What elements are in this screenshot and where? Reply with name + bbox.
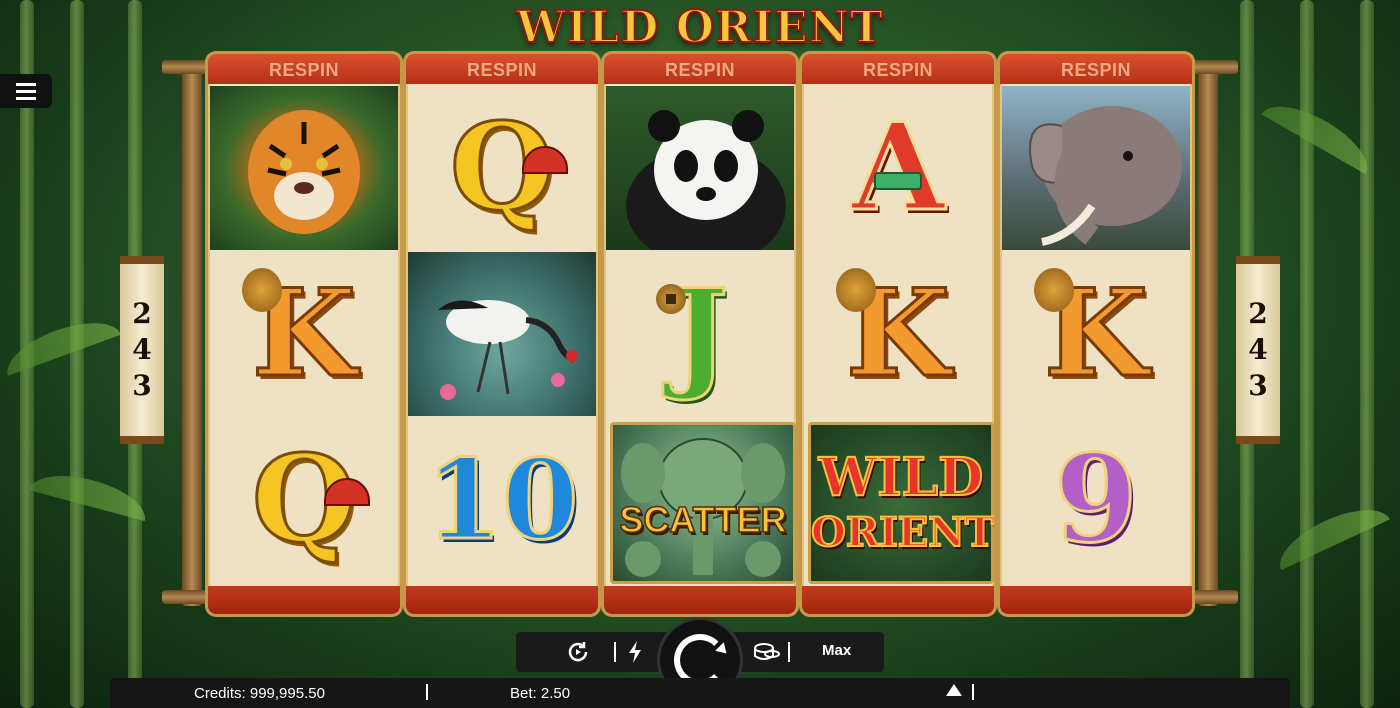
letter-k: K [1033, 268, 1150, 395]
number-10: 10 [424, 435, 580, 564]
wild-label-line2: ORIENT [810, 508, 994, 557]
hamburger-menu-icon [16, 82, 36, 100]
ways-digit: 4 [132, 333, 152, 366]
coin-icon [655, 284, 686, 314]
ways-digit: 2 [132, 297, 152, 330]
respin-button[interactable]: RESPIN [208, 54, 400, 84]
elephant-image [1002, 86, 1190, 250]
reel-footer [406, 586, 598, 614]
symbol-a: A [804, 86, 992, 250]
symbol-k: K [804, 252, 992, 416]
respin-button[interactable]: RESPIN [604, 54, 796, 84]
respin-button[interactable]: RESPIN [802, 54, 994, 84]
reel-grid: RESPIN K Q RESPIN Q 10 RESPIN J SCATTER … [208, 54, 1192, 614]
number-9: 9 [1053, 429, 1139, 570]
bet-increase-icon[interactable] [946, 684, 962, 696]
separator [426, 684, 428, 700]
reel-1: RESPIN K Q [208, 54, 400, 614]
reel-5: RESPIN K 9 [1000, 54, 1192, 614]
symbol-wild: WILD ORIENT [804, 418, 994, 584]
jade-ornament-icon [873, 172, 922, 190]
frame-pole-left [182, 60, 202, 606]
game-title: WILD ORIENT [515, 1, 884, 54]
respin-button[interactable]: RESPIN [1000, 54, 1192, 84]
bet-display: Bet: 2.50 [510, 685, 571, 702]
symbol-panda [606, 86, 794, 250]
separator [788, 642, 790, 662]
ways-scroll-left: 2 4 3 [120, 256, 164, 444]
wild-frame: WILD ORIENT [808, 422, 994, 584]
symbol-q: Q [210, 418, 398, 582]
letter-k: K [835, 268, 952, 395]
reel-3: RESPIN J SCATTER [604, 54, 796, 614]
lightning-icon[interactable] [626, 640, 644, 669]
credits-display: Credits: 999,995.50 [194, 685, 325, 702]
letter-q: Q [250, 438, 371, 561]
symbol-q: Q [408, 86, 596, 250]
reel-4: RESPIN A K WILD ORIENT [802, 54, 994, 614]
menu-button[interactable] [0, 74, 52, 108]
dragon-icon [835, 268, 876, 312]
separator [972, 684, 974, 700]
ways-digit: 3 [1248, 369, 1268, 402]
reel-footer [802, 586, 994, 614]
letter-k: K [241, 268, 358, 395]
dragon-icon [1033, 268, 1074, 312]
max-bet-button[interactable]: Max [822, 642, 851, 659]
separator [614, 642, 616, 662]
coin-stack-icon[interactable] [752, 640, 780, 669]
letter-j: J [655, 272, 730, 395]
autoplay-icon[interactable] [566, 640, 590, 669]
symbol-k: K [1002, 252, 1190, 416]
scatter-frame: SCATTER [610, 422, 796, 584]
symbol-9: 9 [1002, 418, 1190, 582]
frame-pole-right [1198, 60, 1218, 606]
symbol-k: K [210, 252, 398, 416]
ways-scroll-right: 2 4 3 [1236, 256, 1280, 444]
respin-button[interactable]: RESPIN [406, 54, 598, 84]
symbol-elephant [1002, 86, 1190, 250]
dragon-icon [241, 268, 282, 312]
letter-a: A [850, 97, 946, 238]
ways-digit: 2 [1248, 297, 1268, 330]
status-bar: Credits: 999,995.50 Bet: 2.50 [110, 678, 1290, 708]
tiger-image [210, 86, 398, 250]
symbol-tiger [210, 86, 398, 250]
symbol-scatter: SCATTER [606, 418, 796, 584]
reel-footer [604, 586, 796, 614]
crane-image [408, 252, 596, 416]
ways-digit: 4 [1248, 333, 1268, 366]
scatter-label: SCATTER [619, 498, 788, 541]
symbol-10: 10 [408, 418, 596, 582]
reel-footer [1000, 586, 1192, 614]
letter-q: Q [448, 106, 569, 229]
symbol-crane [408, 252, 596, 416]
ways-digit: 3 [132, 369, 152, 402]
panda-image [606, 86, 794, 250]
wild-label-line1: WILD [818, 446, 984, 509]
symbol-j: J [606, 252, 794, 416]
reel-footer [208, 586, 400, 614]
reel-2: RESPIN Q 10 [406, 54, 598, 614]
